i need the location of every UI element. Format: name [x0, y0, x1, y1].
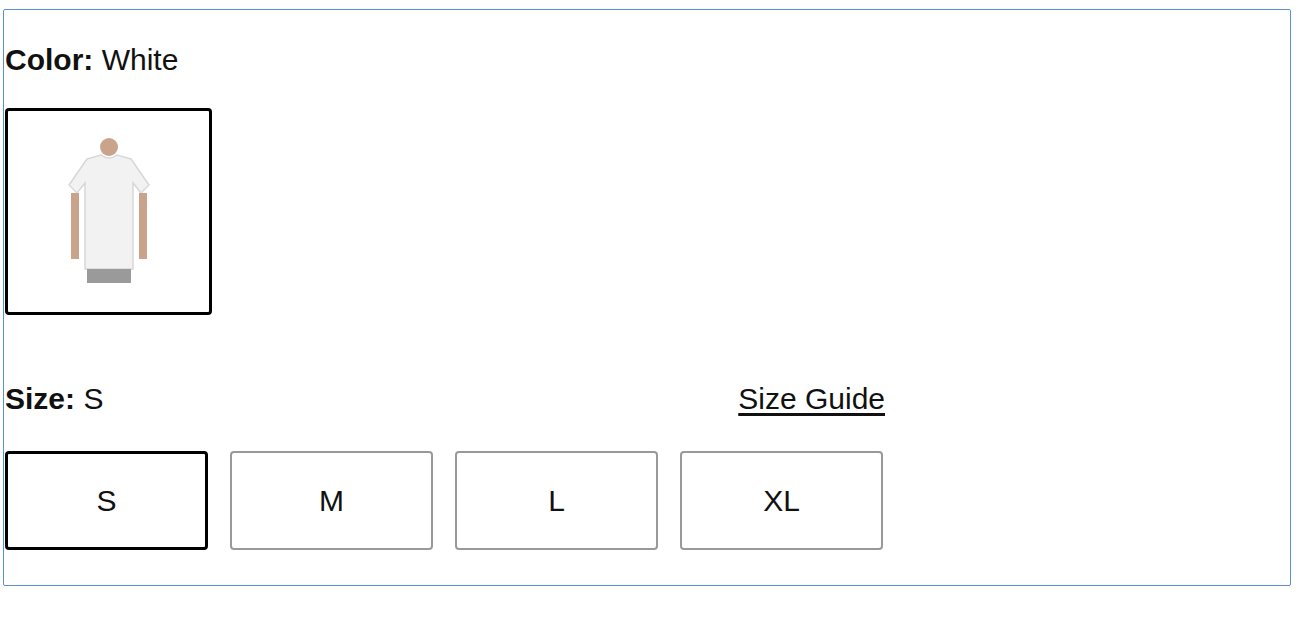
size-header: Size: S Size Guide — [5, 379, 885, 419]
size-heading-value: S — [83, 382, 103, 415]
size-option[interactable]: L — [455, 451, 658, 550]
color-heading-value: White — [102, 43, 179, 76]
size-options: S M L XL — [5, 451, 1290, 550]
size-option[interactable]: XL — [680, 451, 883, 550]
color-swatches — [5, 108, 1290, 315]
color-swatch[interactable] — [5, 108, 212, 315]
size-option[interactable]: S — [5, 451, 208, 550]
tshirt-image — [59, 137, 159, 287]
color-heading-label: Color: — [5, 43, 93, 76]
color-heading: Color: White — [5, 40, 1290, 80]
size-option[interactable]: M — [230, 451, 433, 550]
size-option-label: XL — [763, 484, 800, 518]
variant-selector: Color: White Size: S Size Guide S M L XL — [3, 9, 1291, 586]
size-heading-label: Size: — [5, 382, 75, 415]
size-option-label: M — [319, 484, 344, 518]
size-option-label: L — [548, 484, 565, 518]
size-option-label: S — [96, 484, 116, 518]
size-guide-link[interactable]: Size Guide — [738, 379, 885, 419]
size-heading: Size: S — [5, 379, 103, 419]
